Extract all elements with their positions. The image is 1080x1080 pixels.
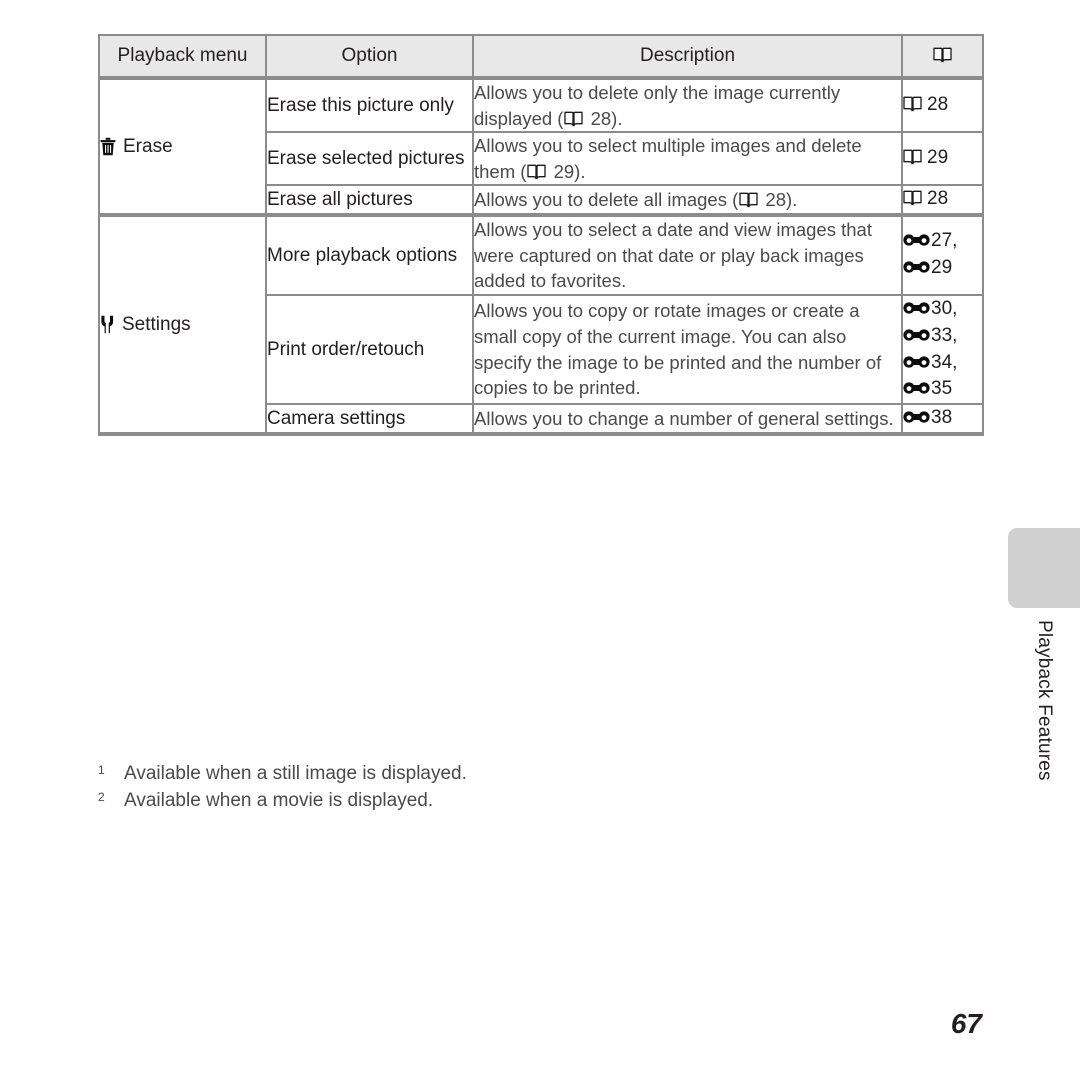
description-cell: Allows you to copy or rotate images or c… xyxy=(472,294,903,406)
reference-cell: 27, 29 xyxy=(901,215,984,296)
footnote: 1 Available when a still image is display… xyxy=(98,762,818,787)
option-label: More playback options xyxy=(267,244,458,266)
reference-page: 34, xyxy=(931,351,958,373)
footnotes: 1 Available when a still image is display… xyxy=(98,762,818,815)
book-icon xyxy=(739,189,758,207)
reference-line: 28 xyxy=(903,92,982,119)
option-cell: Camera settings xyxy=(265,404,474,437)
reference-cell: 28 xyxy=(901,78,984,134)
book-icon xyxy=(933,47,952,63)
reference-page: 27, xyxy=(931,230,958,252)
reference-page: 30, xyxy=(931,297,958,319)
reference-icon xyxy=(903,297,930,314)
option-label: Camera settings xyxy=(267,408,406,430)
reference-icon xyxy=(903,324,930,341)
reference-line: 29 xyxy=(903,145,982,172)
reference-icon xyxy=(903,406,930,424)
description-text: Allows you to select multiple images and… xyxy=(474,135,862,182)
reference-page: 28 xyxy=(927,188,949,210)
footnote-marker: 2 xyxy=(98,789,105,804)
menu-cell-settings: Settings xyxy=(98,215,267,437)
reference-line: 33, xyxy=(903,323,982,350)
reference-icon xyxy=(903,351,930,368)
reference-line: 30, xyxy=(903,296,982,323)
reference-line: 34, xyxy=(903,350,982,377)
table-header: Playback menu Option Description xyxy=(98,34,984,80)
chapter-tab-label: Playback Features xyxy=(1008,620,1080,850)
reference-line: 27, xyxy=(903,228,982,255)
reference-page: 28 xyxy=(927,94,949,116)
reference-icon xyxy=(903,256,930,273)
reference-page: 29 xyxy=(931,257,953,279)
footnote-text: Available when a movie is displayed. xyxy=(124,789,434,811)
description-cell: Allows you to change a number of general… xyxy=(472,404,903,437)
option-cell: Print order/retouch xyxy=(265,294,474,406)
reference-cell: 28 xyxy=(901,185,984,218)
option-cell: Erase all pictures xyxy=(265,185,474,218)
description-text: Allows you to delete only the image curr… xyxy=(474,82,841,129)
book-icon xyxy=(903,188,922,206)
option-cell: More playback options xyxy=(265,215,474,296)
reference-line: 29 xyxy=(903,255,982,282)
reference-cell: 29 xyxy=(901,132,984,187)
book-icon xyxy=(903,94,922,112)
reference-icon xyxy=(903,377,930,395)
reference-page: 38 xyxy=(931,407,953,429)
table-row: Erase Erase this picture only Allows you t… xyxy=(98,78,984,218)
reference-icon xyxy=(903,229,930,246)
menu-label: Settings xyxy=(122,313,191,335)
menu-label: Erase xyxy=(123,135,173,157)
column-header-playback-menu: Playback menu xyxy=(98,34,267,80)
column-header-option: Option xyxy=(265,34,474,80)
wrench-icon xyxy=(100,315,115,334)
page-number: 67 xyxy=(950,1008,982,1039)
footnote-text: Available when a still image is displaye… xyxy=(124,763,467,784)
reference-page: 35 xyxy=(931,378,953,400)
option-label: Erase all pictures xyxy=(267,189,413,210)
table-row: Settings More playback options Allows you … xyxy=(98,215,984,437)
footnote-marker: 1 xyxy=(98,763,105,777)
playback-menu-table: Playback menu Option Description Erase Er… xyxy=(98,34,984,437)
column-header-description: Description xyxy=(472,34,903,80)
chapter-tab-text: Playback Features xyxy=(1034,620,1055,781)
table-header-row: Playback menu Option Description xyxy=(98,34,984,80)
option-cell: Erase this picture only xyxy=(265,78,474,134)
reference-page: 33, xyxy=(931,324,958,346)
option-label: Erase selected pictures xyxy=(267,148,465,169)
description-cell: Allows you to delete only the image curr… xyxy=(472,78,903,134)
description-cell: Allows you to select a date and view ima… xyxy=(472,215,903,296)
description-text: Allows you to copy or rotate images or c… xyxy=(474,300,882,399)
table-body: Erase Erase this picture only Allows you t… xyxy=(98,78,984,437)
reference-cell: 38 xyxy=(901,404,984,437)
option-label: Print order/retouch xyxy=(267,338,425,360)
description-text: Allows you to select a date and view ima… xyxy=(474,219,872,292)
trash-icon xyxy=(100,137,116,156)
column-header-reference xyxy=(901,34,984,80)
book-icon xyxy=(564,108,584,126)
menu-cell-erase: Erase xyxy=(98,78,267,218)
book-icon xyxy=(903,147,922,165)
reference-line: 35 xyxy=(903,376,982,403)
description-cell: Allows you to select multiple images and… xyxy=(472,132,903,187)
reference-cell: 30, 33, 34, 35 xyxy=(901,294,984,406)
chapter-tab-block xyxy=(1008,528,1080,608)
footnote: 2 Available when a movie is displayed. xyxy=(98,789,818,814)
description-text: Allows you to delete all images ( 28). xyxy=(474,188,798,210)
reference-line: 38 xyxy=(903,405,982,432)
option-label: Erase this picture only xyxy=(267,94,454,116)
reference-line: 28 xyxy=(903,186,982,213)
option-cell: Erase selected pictures xyxy=(265,132,474,187)
description-cell: Allows you to delete all images ( 28). xyxy=(472,185,903,218)
book-icon xyxy=(527,161,547,179)
reference-page: 29 xyxy=(927,147,949,169)
description-text: Allows you to change a number of general… xyxy=(474,408,894,430)
